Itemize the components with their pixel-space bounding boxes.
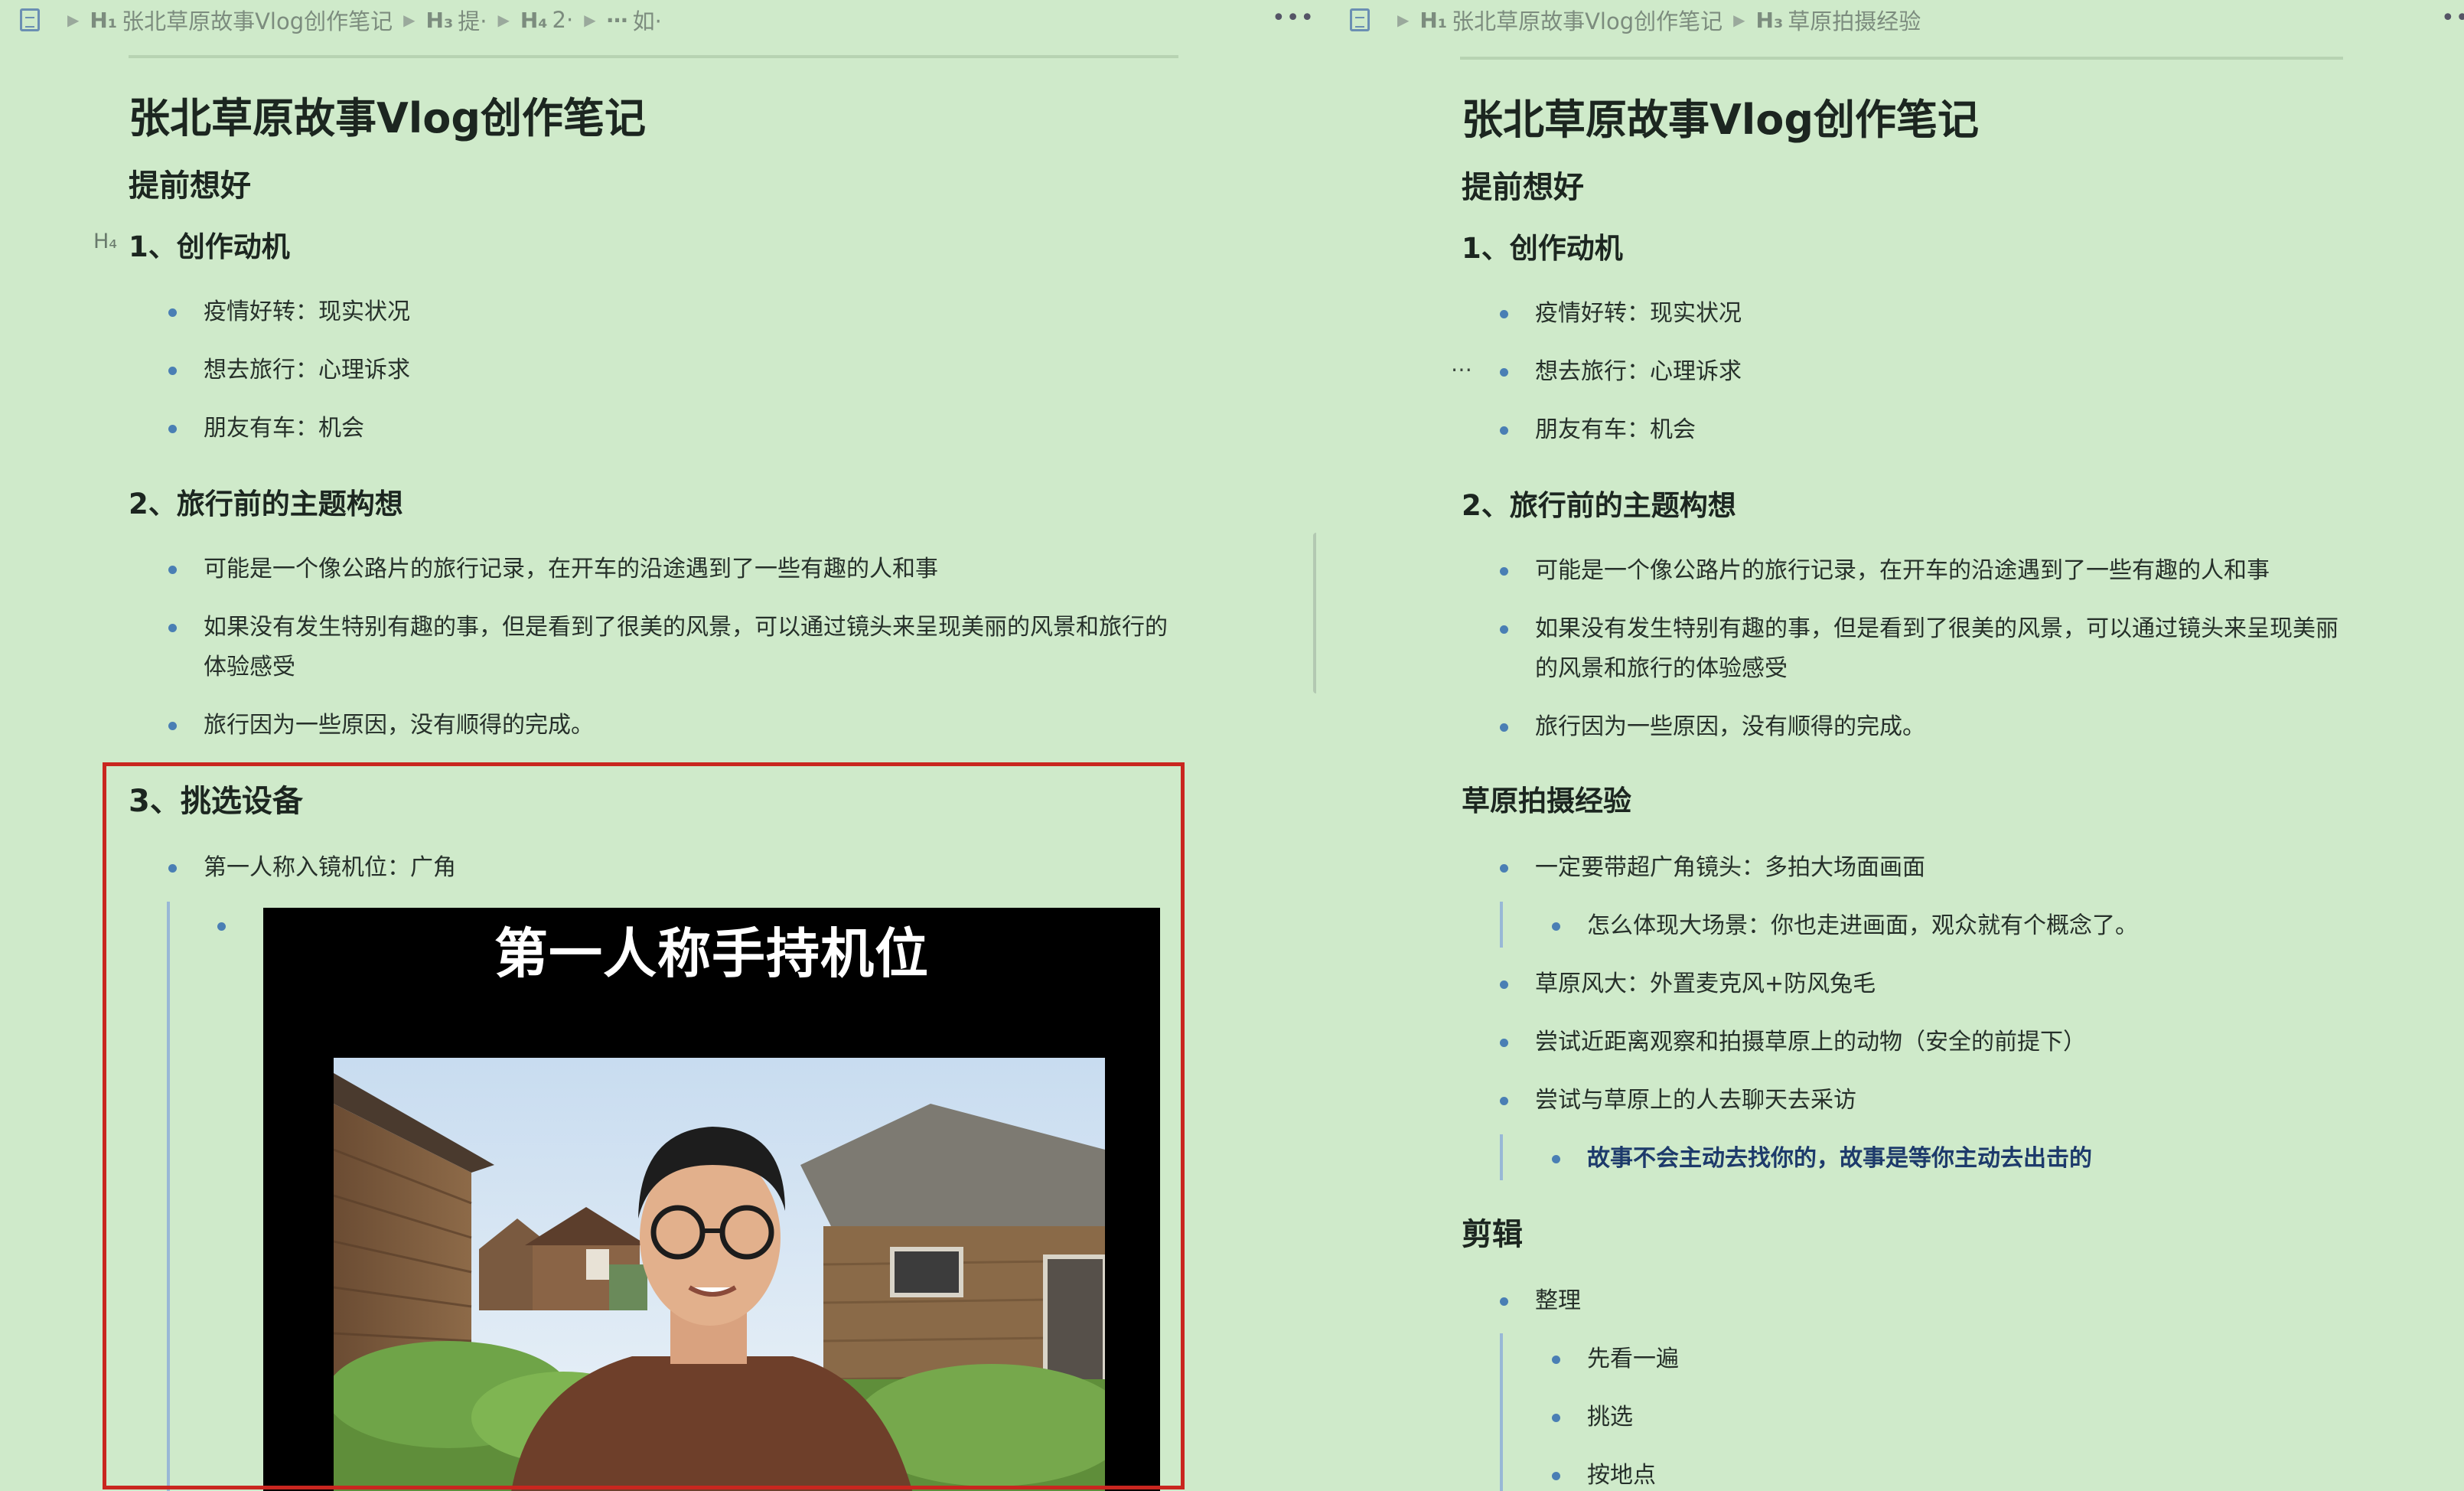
heading-icon: H₃ [1755, 7, 1784, 33]
list-item[interactable]: 尝试与草原上的人去聊天去采访 [1500, 1081, 1856, 1121]
page-title[interactable]: 张北草原故事Vlog创作笔记 [1462, 86, 1979, 146]
breadcrumb: ▶ H₁ 张北草原故事Vlog创作笔记 ▶ H₃ 提· ▶ H₄ 2· ▶ ⋯ … [0, 0, 1316, 40]
list-item[interactable]: 旅行因为一些原因，没有顺得的完成。 [1500, 707, 2438, 747]
highlight-frame [103, 762, 1185, 1489]
left-editor-pane[interactable]: ▶ H₁ 张北草原故事Vlog创作笔记 ▶ H₃ 提· ▶ H₄ 2· ▶ ⋯ … [0, 0, 1316, 1491]
chevron-right-icon: ▶ [67, 11, 80, 29]
document-icon[interactable] [20, 8, 40, 31]
list-icon[interactable]: ⋯ [1451, 357, 1472, 382]
more-icon[interactable]: ••• [2441, 5, 2464, 31]
heading-icon: H₃ [425, 7, 454, 33]
breadcrumb-item-h1[interactable]: 张北草原故事Vlog创作笔记 [1452, 4, 1723, 36]
list-item[interactable]: 想去旅行：心理诉求 [1500, 352, 1742, 392]
section-heading[interactable]: 提前想好 [1462, 162, 1584, 207]
divider [1460, 57, 2343, 60]
chevron-right-icon: ▶ [584, 11, 596, 29]
list-item[interactable]: 先看一遍 [1552, 1339, 1679, 1379]
heading-theme[interactable]: 2、旅行前的主题构想 [129, 481, 403, 522]
list-indent-guide [1500, 902, 1503, 948]
breadcrumb-item-h3[interactable]: 草原拍摄经验 [1788, 4, 1921, 36]
list-icon: ⋯ [606, 7, 628, 33]
heading-grassland[interactable]: 草原拍摄经验 [1462, 778, 1631, 819]
heading-icon[interactable]: H₄ [93, 230, 117, 253]
list-item[interactable]: 疫情好转：现实状况 [168, 292, 410, 332]
list-item[interactable]: 想去旅行：心理诉求 [168, 351, 410, 390]
chevron-right-icon: ▶ [403, 11, 416, 29]
list-item[interactable]: 草原风大：外置麦克风+防风兔毛 [1499, 964, 1876, 1004]
divider [129, 55, 1178, 58]
chevron-right-icon: ▶ [1733, 11, 1745, 29]
list-indent-guide [1500, 1333, 1503, 1491]
list-item[interactable]: 疫情好转：现实状况 [1500, 294, 1742, 334]
list-item[interactable]: 朋友有车：机会 [168, 409, 364, 449]
heading-theme[interactable]: 2、旅行前的主题构想 [1462, 482, 1736, 524]
breadcrumb-item-h1[interactable]: 张北草原故事Vlog创作笔记 [122, 4, 393, 36]
list-item[interactable]: 朋友有车：机会 [1500, 410, 1696, 450]
list-item[interactable]: 故事不会主动去找你的，故事是等你主动去出击的 [1552, 1139, 2092, 1179]
chevron-right-icon: ▶ [1397, 11, 1410, 29]
breadcrumb: ▶ H₁ 张北草原故事Vlog创作笔记 ▶ H₃ 草原拍摄经验 ••• [1316, 0, 2464, 40]
list-item[interactable]: 怎么体现大场景：你也走进画面，观众就有个概念了。 [1552, 906, 2138, 946]
heading-icon: H₁ [90, 7, 118, 33]
breadcrumb-item-list[interactable]: 如· [633, 4, 662, 36]
right-editor-pane[interactable]: ▶ H₁ 张北草原故事Vlog创作笔记 ▶ H₃ 草原拍摄经验 ••• 张北草原… [1316, 0, 2464, 1491]
heading-icon: H₁ [1419, 7, 1448, 33]
heading-motivation[interactable]: 1、创作动机 [129, 223, 290, 265]
list-item[interactable]: 可能是一个像公路片的旅行记录，在开车的沿途遇到了一些有趣的人和事 [1500, 551, 2438, 591]
page-title[interactable]: 张北草原故事Vlog创作笔记 [129, 84, 646, 145]
section-heading[interactable]: 提前想好 [129, 161, 251, 205]
list-item[interactable]: 挑选 [1552, 1398, 1633, 1437]
breadcrumb-item-h3[interactable]: 提· [458, 4, 487, 36]
chevron-right-icon: ▶ [497, 11, 510, 29]
list-item[interactable]: 整理 [1500, 1281, 1581, 1321]
heading-icon: H₄ [520, 7, 548, 33]
list-item[interactable]: 可能是一个像公路片的旅行记录，在开车的沿途遇到了一些有趣的人和事 [168, 550, 1168, 589]
list-item[interactable]: 如果没有发生特别有趣的事，但是看到了很美的风景，可以通过镜头来呈现美丽的风景和旅… [1500, 609, 2346, 689]
list-item[interactable]: 旅行因为一些原因，没有顺得的完成。 [168, 706, 1168, 746]
list-item[interactable]: 按地点 [1552, 1456, 1656, 1491]
list-item[interactable]: 尝试近距离观察和拍摄草原上的动物（安全的前提下） [1500, 1023, 2086, 1062]
list-item[interactable]: 如果没有发生特别有趣的事，但是看到了很美的风景，可以通过镜头来呈现美丽的风景和旅… [168, 608, 1168, 687]
document-icon[interactable] [1350, 8, 1370, 31]
breadcrumb-item-h4[interactable]: 2· [552, 7, 574, 33]
list-indent-guide [1500, 1134, 1503, 1180]
heading-motivation[interactable]: 1、创作动机 [1462, 225, 1623, 266]
more-icon[interactable]: ••• [1272, 5, 1315, 31]
heading-editing[interactable]: 剪辑 [1462, 1209, 1523, 1254]
list-item[interactable]: 一定要带超广角镜头：多拍大场面画面 [1500, 848, 1925, 888]
